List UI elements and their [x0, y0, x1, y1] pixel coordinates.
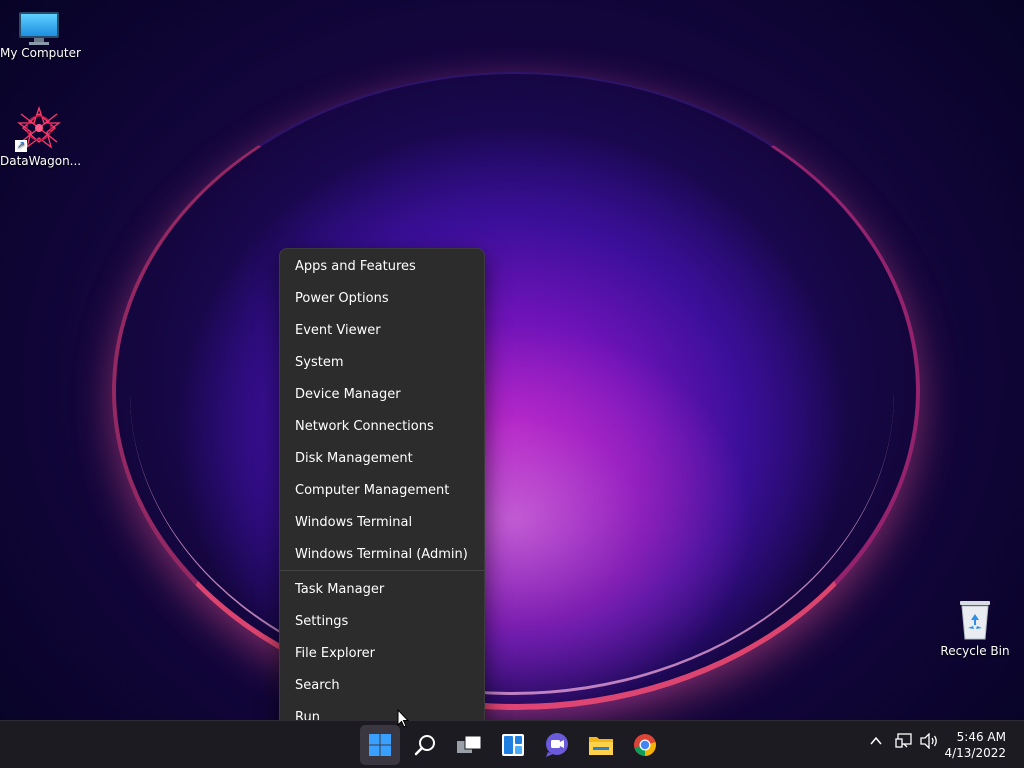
desktop-icon-my-computer[interactable]: My Computer — [0, 12, 81, 60]
desktop-icon-label: Recycle Bin — [940, 644, 1010, 658]
monitor-icon — [19, 12, 59, 45]
desktop-icon-label: My Computer — [0, 46, 81, 60]
recycle-bin-icon — [958, 598, 992, 640]
menu-item-settings[interactable]: Settings — [280, 607, 484, 637]
menu-item-power-options[interactable]: Power Options — [280, 284, 484, 314]
file-explorer-button[interactable] — [581, 725, 621, 765]
desktop-icon-label: DataWagon... — [0, 154, 82, 168]
menu-item-system[interactable]: System — [280, 348, 484, 378]
teams-chat-button[interactable] — [537, 725, 577, 765]
task-view-icon — [457, 735, 482, 753]
volume-icon[interactable] — [918, 732, 940, 755]
search-icon — [414, 735, 435, 756]
start-button[interactable] — [360, 725, 400, 765]
desktop-icon-recycle-bin[interactable]: Recycle Bin — [936, 598, 1014, 658]
menu-item-event-viewer[interactable]: Event Viewer — [280, 316, 484, 346]
chrome-icon — [634, 734, 656, 756]
clock-date: 4/13/2022 — [944, 746, 1006, 760]
menu-item-disk-management[interactable]: Disk Management — [280, 444, 484, 474]
menu-item-apps-and-features[interactable]: Apps and Features — [280, 252, 484, 282]
widgets-icon — [502, 734, 524, 756]
desktop-wallpaper — [0, 0, 1024, 720]
menu-item-task-manager[interactable]: Task Manager — [280, 575, 484, 605]
menu-item-search[interactable]: Search — [280, 671, 484, 701]
teams-chat-icon — [546, 733, 568, 757]
menu-separator — [280, 570, 484, 571]
desktop-icon-datawagon[interactable]: ↗ DataWagon... — [0, 105, 82, 168]
menu-item-device-manager[interactable]: Device Manager — [280, 380, 484, 410]
taskbar: 5:46 AM 4/13/2022 — [0, 720, 1024, 768]
widgets-button[interactable] — [493, 725, 533, 765]
menu-item-windows-terminal[interactable]: Windows Terminal — [280, 508, 484, 538]
shortcut-arrow-icon: ↗ — [15, 140, 27, 152]
task-view-button[interactable] — [449, 725, 489, 765]
menu-item-file-explorer[interactable]: File Explorer — [280, 639, 484, 669]
windows-start-icon — [369, 734, 391, 756]
chevron-up-icon[interactable] — [865, 733, 887, 755]
system-clock[interactable]: 5:46 AM 4/13/2022 — [944, 729, 1006, 761]
search-button[interactable] — [405, 725, 445, 765]
menu-item-computer-management[interactable]: Computer Management — [280, 476, 484, 506]
datawagon-logo-icon: ↗ — [15, 105, 61, 152]
menu-item-windows-terminal-admin[interactable]: Windows Terminal (Admin) — [280, 540, 484, 570]
folder-icon — [589, 737, 613, 755]
menu-item-network-connections[interactable]: Network Connections — [280, 412, 484, 442]
chrome-button[interactable] — [625, 725, 665, 765]
quick-link-menu: Apps and Features Power Options Event Vi… — [279, 248, 485, 722]
mouse-pointer-icon — [397, 708, 410, 733]
clock-time: 5:46 AM — [956, 730, 1006, 744]
network-icon[interactable] — [893, 733, 915, 755]
